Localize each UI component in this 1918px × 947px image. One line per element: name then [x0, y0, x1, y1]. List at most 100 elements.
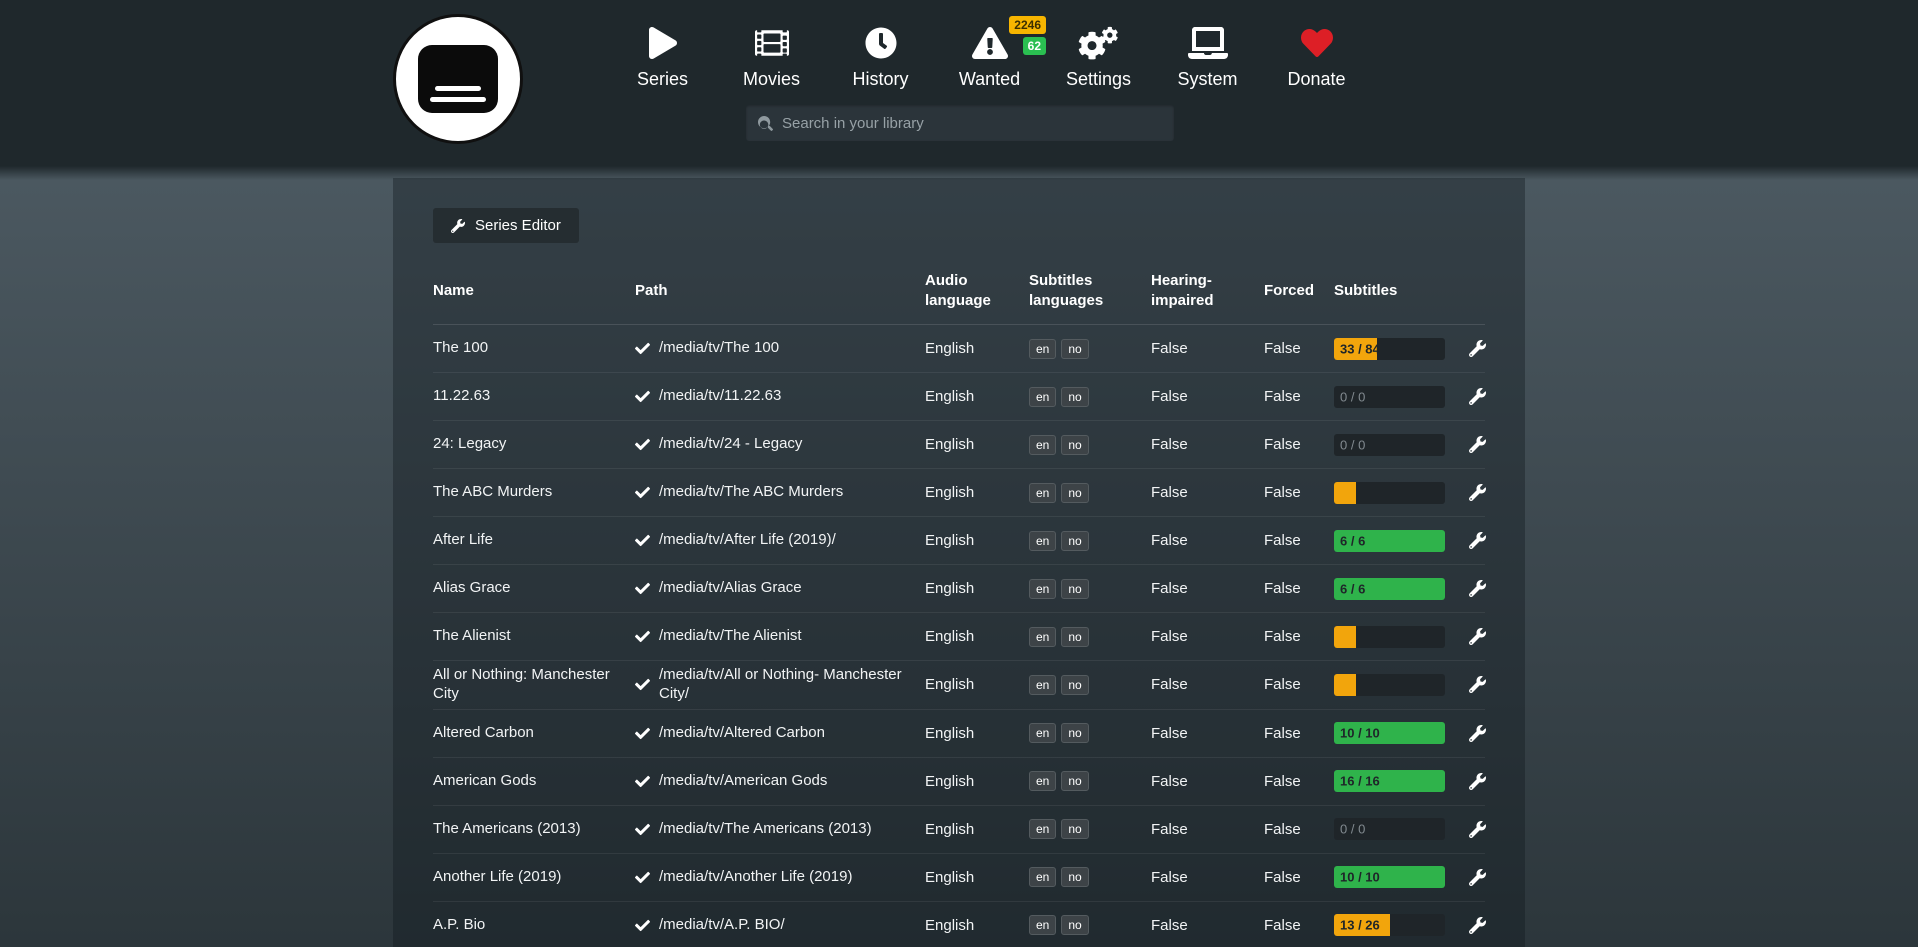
series-path: /media/tv/24 - Legacy: [635, 435, 925, 454]
forced: False: [1264, 676, 1334, 693]
audio-language: English: [925, 676, 1029, 693]
series-name[interactable]: Alias Grace: [433, 579, 635, 598]
table-body: The 100 /media/tv/The 100 English enno F…: [433, 325, 1485, 947]
table-row: The ABC Murders /media/tv/The ABC Murder…: [433, 469, 1485, 517]
wrench-icon: [1469, 580, 1486, 597]
edit-series-button[interactable]: [1467, 434, 1488, 455]
wrench-icon: [1469, 869, 1486, 886]
series-path: /media/tv/The 100: [635, 339, 925, 358]
edit-series-button[interactable]: [1467, 723, 1488, 744]
series-name[interactable]: 24: Legacy: [433, 435, 635, 454]
progress-label: 0 / 0: [1340, 437, 1365, 452]
series-name[interactable]: Altered Carbon: [433, 724, 635, 743]
series-name[interactable]: 11.22.63: [433, 387, 635, 406]
forced: False: [1264, 340, 1334, 357]
edit-series-button[interactable]: [1467, 867, 1488, 888]
hearing-impaired: False: [1151, 917, 1264, 934]
bazarr-logo-card: [418, 45, 498, 113]
check-icon: [635, 485, 650, 500]
nav-settings[interactable]: Settings: [1044, 22, 1153, 90]
series-name[interactable]: The 100: [433, 339, 635, 358]
subtitles-languages: enno: [1029, 579, 1151, 599]
nav-label: Donate: [1287, 69, 1345, 90]
edit-series-button[interactable]: [1467, 578, 1488, 599]
table-row: The Alienist /media/tv/The Alienist Engl…: [433, 613, 1485, 661]
audio-language: English: [925, 773, 1029, 790]
wrench-icon: [1469, 388, 1486, 405]
progress-label: 0 / 0: [1340, 822, 1365, 837]
language-badge: en: [1029, 339, 1056, 359]
series-name[interactable]: The ABC Murders: [433, 483, 635, 502]
wrench-icon: [1469, 532, 1486, 549]
nav-series[interactable]: Series: [608, 22, 717, 90]
nav-history[interactable]: History: [826, 22, 935, 90]
column-header-path: Path: [635, 281, 925, 301]
wrench-icon: [1469, 821, 1486, 838]
edit-series-button[interactable]: [1467, 338, 1488, 359]
series-path-text: /media/tv/The Americans (2013): [659, 820, 872, 839]
wrench-icon: [451, 219, 465, 233]
subtitles-progress: [1334, 482, 1445, 504]
subtitles-progress: 10 / 10: [1334, 722, 1445, 744]
nav-donate[interactable]: Donate: [1262, 22, 1371, 90]
edit-series-button[interactable]: [1467, 530, 1488, 551]
edit-series-button[interactable]: [1467, 915, 1488, 936]
subtitles-languages: enno: [1029, 387, 1151, 407]
heart-icon: [1300, 22, 1334, 64]
progress-fill: [1334, 674, 1356, 696]
film-icon: [755, 22, 789, 64]
column-header-subtitles: Subtitles: [1334, 281, 1467, 301]
series-editor-button[interactable]: Series Editor: [433, 208, 579, 243]
clock-icon: [865, 22, 897, 64]
series-path: /media/tv/The ABC Murders: [635, 483, 925, 502]
edit-series-button[interactable]: [1467, 771, 1488, 792]
column-header-subtitles-languages: Subtitles languages: [1029, 271, 1151, 310]
check-icon: [635, 533, 650, 548]
subtitles-languages: enno: [1029, 771, 1151, 791]
edit-series-button[interactable]: [1467, 482, 1488, 503]
forced: False: [1264, 484, 1334, 501]
nav-wanted[interactable]: Wanted 2246 62: [935, 22, 1044, 90]
bazarr-app: Series Movies History Wanted 2246 62: [0, 0, 1918, 947]
series-name[interactable]: After Life: [433, 531, 635, 550]
search-input[interactable]: [782, 115, 1162, 132]
series-name[interactable]: All or Nothing: Manchester City: [433, 666, 635, 704]
language-badge: en: [1029, 579, 1056, 599]
language-badge: no: [1061, 435, 1088, 455]
main-nav: Series Movies History Wanted 2246 62: [608, 22, 1371, 90]
series-name[interactable]: A.P. Bio: [433, 916, 635, 935]
table-row: A.P. Bio /media/tv/A.P. BIO/ English enn…: [433, 902, 1485, 947]
nav-system[interactable]: System: [1153, 22, 1262, 90]
series-name[interactable]: Another Life (2019): [433, 868, 635, 887]
wrench-icon: [1469, 773, 1486, 790]
search-bar: [746, 105, 1174, 141]
subtitles-progress: [1334, 626, 1445, 648]
edit-series-button[interactable]: [1467, 674, 1488, 695]
column-header-audio-language: Audio language: [925, 271, 1029, 310]
edit-series-button[interactable]: [1467, 626, 1488, 647]
series-path-text: /media/tv/The ABC Murders: [659, 483, 843, 502]
audio-language: English: [925, 532, 1029, 549]
series-table: Name Path Audio language Subtitles langu…: [433, 267, 1485, 947]
edit-series-button[interactable]: [1467, 819, 1488, 840]
subtitles-progress: 0 / 0: [1334, 818, 1445, 840]
language-badge: en: [1029, 915, 1056, 935]
series-name[interactable]: American Gods: [433, 772, 635, 791]
series-path-text: /media/tv/The Alienist: [659, 627, 802, 646]
series-name[interactable]: The Americans (2013): [433, 820, 635, 839]
hearing-impaired: False: [1151, 628, 1264, 645]
table-row: Alias Grace /media/tv/Alias Grace Englis…: [433, 565, 1485, 613]
series-path: /media/tv/After Life (2019)/: [635, 531, 925, 550]
nav-movies[interactable]: Movies: [717, 22, 826, 90]
series-name[interactable]: The Alienist: [433, 627, 635, 646]
forced: False: [1264, 821, 1334, 838]
forced: False: [1264, 532, 1334, 549]
subtitles-progress: 13 / 26: [1334, 914, 1445, 936]
check-icon: [635, 822, 650, 837]
edit-series-button[interactable]: [1467, 386, 1488, 407]
language-badge: no: [1061, 339, 1088, 359]
check-icon: [635, 918, 650, 933]
nav-label: Wanted: [959, 69, 1020, 90]
series-path-text: /media/tv/Altered Carbon: [659, 724, 825, 743]
bazarr-logo[interactable]: [393, 14, 523, 144]
